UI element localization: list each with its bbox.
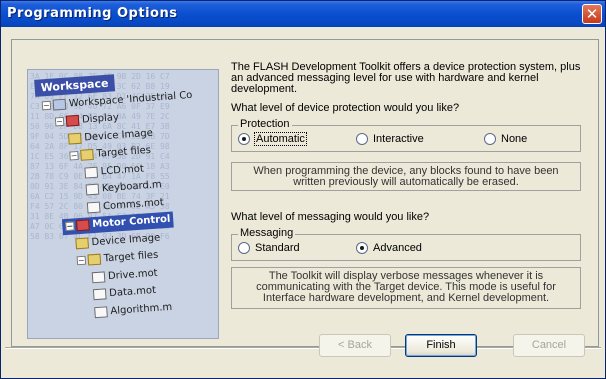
radio-selected-icon xyxy=(356,242,368,254)
tree-item-label: Target files xyxy=(96,144,152,160)
radio-unselected-icon xyxy=(484,133,496,145)
project-icon xyxy=(76,219,90,232)
folder-icon xyxy=(80,148,94,161)
protection-question: What level of device protection would yo… xyxy=(231,102,460,114)
expand-collapse-icon: − xyxy=(41,100,52,110)
folder-icon xyxy=(87,253,102,266)
tree-item-label: Data.mot xyxy=(108,284,157,300)
file-icon xyxy=(92,288,107,301)
messaging-question: What level of messaging would you like? xyxy=(231,211,430,223)
radio-unselected-icon xyxy=(238,242,250,254)
tree-item-label: Display xyxy=(81,112,120,126)
intro-text: The FLASH Development Toolkit offers a d… xyxy=(231,61,581,95)
dialog-title: Programming Options xyxy=(7,6,178,21)
workspace-tree: Workspace − Workspace 'Industrial Co − Disp… xyxy=(32,70,218,337)
protection-option-label: None xyxy=(501,133,528,145)
radio-unselected-icon xyxy=(356,133,368,145)
finish-button[interactable]: Finish xyxy=(405,334,477,357)
expand-collapse-icon: − xyxy=(69,150,79,161)
messaging-option-standard[interactable]: Standard xyxy=(238,242,300,254)
file-icon xyxy=(86,201,101,213)
tree-item-label: Keyboard.m xyxy=(101,179,163,195)
protection-description: When programming the device, any blocks … xyxy=(231,162,581,191)
protection-option-automatic[interactable]: Automatic xyxy=(238,132,307,146)
protection-option-label: Interactive xyxy=(373,133,424,145)
tree-item-label: LCD.mot xyxy=(100,162,145,177)
protection-option-interactive[interactable]: Interactive xyxy=(356,133,424,145)
file-icon xyxy=(94,305,108,318)
close-icon: ✕ xyxy=(585,5,599,23)
tree-item: Algorithm.m xyxy=(94,299,173,320)
tree-item-label: Device Image xyxy=(91,231,161,248)
radio-selected-icon xyxy=(238,133,250,145)
button-separator xyxy=(5,347,601,349)
programming-options-dialog: Programming Options ✕ 3A 1F 0C 88 7E 45 … xyxy=(0,0,606,379)
messaging-option-advanced[interactable]: Advanced xyxy=(356,242,422,254)
messaging-description: The Toolkit will display verbose message… xyxy=(231,267,581,309)
workspace-illustration: 3A 1F 0C 88 7E 45 9B 2D 16 C7 E0 44 91 5… xyxy=(27,69,219,339)
messaging-option-label: Advanced xyxy=(373,242,422,254)
expand-collapse-icon: − xyxy=(76,255,87,266)
file-icon xyxy=(84,166,99,179)
protection-option-none[interactable]: None xyxy=(484,133,527,145)
cancel-button[interactable]: Cancel xyxy=(513,334,585,357)
messaging-legend: Messaging xyxy=(238,227,296,239)
folder-icon xyxy=(75,236,89,249)
messaging-groupbox: Messaging Standard Advanced xyxy=(231,227,581,261)
tree-item-label: Device Image xyxy=(83,127,154,143)
folder-icon xyxy=(67,132,82,145)
workspace-icon xyxy=(52,98,67,111)
dialog-content: 3A 1F 0C 88 7E 45 9B 2D 16 C7 E0 44 91 5… xyxy=(3,27,603,376)
expand-collapse-icon: − xyxy=(65,221,75,232)
tree-item-label: Motor Control xyxy=(91,213,171,231)
tree-item-label: Algorithm.m xyxy=(110,301,173,317)
tree-item-label: Target files xyxy=(103,249,159,265)
tree-item-label: Comms.mot xyxy=(102,196,165,212)
messaging-option-label: Standard xyxy=(255,242,300,254)
protection-groupbox: Protection Automatic Interactive None xyxy=(231,118,581,152)
file-icon xyxy=(85,183,100,196)
project-icon xyxy=(65,114,80,127)
close-button[interactable]: ✕ xyxy=(582,4,602,24)
title-bar[interactable]: Programming Options ✕ xyxy=(1,1,605,27)
expand-collapse-icon: − xyxy=(54,116,65,127)
protection-legend: Protection xyxy=(238,118,292,130)
tree-item-label: Drive.mot xyxy=(107,267,158,282)
file-icon xyxy=(91,270,106,283)
back-button[interactable]: < Back xyxy=(319,334,391,357)
protection-option-label: Automatic xyxy=(254,132,307,146)
